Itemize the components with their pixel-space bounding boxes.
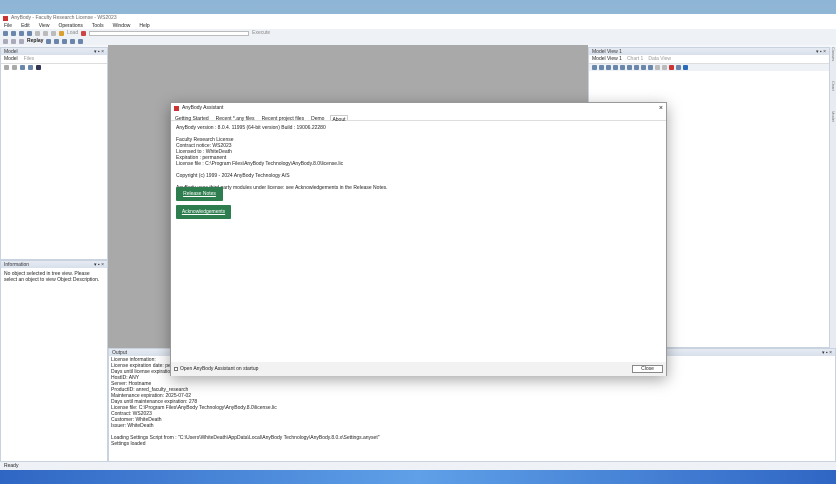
menu-tools[interactable]: Tools [92,23,104,29]
open-icon[interactable] [11,30,16,36]
model-view-title: Model View 1 [592,48,622,55]
copy-icon[interactable] [43,30,48,36]
tree-icon[interactable] [20,65,25,70]
step-icon[interactable] [19,38,24,44]
undo-icon[interactable] [655,65,660,70]
zoom-icon[interactable] [613,65,618,70]
close-button[interactable]: Close [632,365,663,373]
camera-icon[interactable] [683,65,688,70]
save-all-icon[interactable] [27,30,32,36]
panel-controls[interactable]: ▾ ▪ × [94,262,104,268]
panel-controls[interactable]: ▾ ▪ × [822,350,832,356]
tab-chart[interactable]: Chart 1 [627,56,643,62]
view-y-icon[interactable] [634,65,639,70]
side-tab-model[interactable]: Model [830,111,836,122]
dialog-close-icon[interactable]: × [659,105,663,112]
menu-file[interactable]: File [4,23,12,29]
step-icon[interactable] [11,38,16,44]
replay-last-icon[interactable] [78,38,84,44]
pan-icon[interactable] [606,65,611,70]
about-text: AnyBody version : 8.0.4. 11995 (64-bit v… [171,121,666,191]
replay-prev-icon[interactable] [54,38,60,44]
menu-help[interactable]: Help [139,23,149,29]
app-icon [174,105,179,111]
panel-controls[interactable]: ▾ ▪ × [94,49,104,55]
model-panel-title: Model [4,48,18,55]
window-title: AnyBody - Faculty Research License - WS2… [11,15,117,21]
panel-controls[interactable]: ▾ ▪ × [816,49,826,55]
model-panel: Model ▾ ▪ × Model Files [0,47,108,260]
main-toolbar: Load Execute [0,29,836,37]
view-z-icon[interactable] [641,65,646,70]
menu-view[interactable]: View [39,23,50,29]
title-bar: AnyBody - Faculty Research License - WS2… [0,14,836,22]
frame-icon[interactable] [676,65,681,70]
acknowledgements-button[interactable]: Acknowledgements [176,205,231,219]
tab-getting-started[interactable]: Getting Started [174,115,210,122]
cut-icon[interactable] [35,30,40,36]
status-text: Ready [4,463,19,469]
output-line: Settings loaded [111,441,146,447]
information-panel-title: Information [4,261,30,268]
save-icon[interactable] [19,30,24,36]
startup-checkbox[interactable] [174,367,178,371]
replay-play-icon[interactable] [62,38,68,44]
rotate-icon[interactable] [648,65,653,70]
tab-files[interactable]: Files [24,56,35,62]
forward-icon[interactable] [12,65,17,70]
replay-first-icon[interactable] [46,38,52,44]
app-icon [3,15,8,21]
information-panel: Information ▾ ▪ × No object selected in t… [0,260,108,462]
tab-model[interactable]: Model [4,56,18,62]
dialog-footer: Open AnyBody Assistant on startup Close [171,362,666,376]
side-tab-chart[interactable]: Chart [830,81,836,91]
zoom-box-icon[interactable] [620,65,625,70]
tab-recent-any-files[interactable]: Recent *.any files [215,115,256,122]
new-icon[interactable] [3,30,8,36]
assistant-dialog: AnyBody Assistant × Getting Started Rece… [170,102,667,376]
side-strip: Classes Chart Model [830,47,836,348]
output-panel-title: Output [112,349,128,356]
side-tab-classes[interactable]: Classes [830,47,836,61]
step-icon[interactable] [3,38,8,44]
replay-toolbar: Replay [0,37,836,45]
menu-bar: File Edit View Operations Tools Window H… [0,22,836,29]
replay-label: Replay [27,38,44,44]
view-x-icon[interactable] [627,65,632,70]
find-icon[interactable] [59,30,64,36]
back-icon[interactable] [4,65,9,70]
run-icon[interactable] [81,30,87,36]
menu-edit[interactable]: Edit [21,23,30,29]
taskbar [0,470,836,484]
release-notes-button[interactable]: Release Notes [176,187,223,201]
sort-icon[interactable] [28,65,33,70]
menu-operations[interactable]: Operations [58,23,82,29]
tab-about[interactable]: About [330,115,348,123]
startup-checkbox-label: Open AnyBody Assistant on startup [180,366,259,372]
filter-icon[interactable] [36,65,41,70]
operation-select[interactable] [89,30,250,36]
replay-next-icon[interactable] [70,38,76,44]
redo-icon[interactable] [662,65,667,70]
tab-model-view[interactable]: Model View 1 [592,56,622,62]
view-icon[interactable] [599,65,604,70]
status-bar: Ready [0,462,836,470]
select-icon[interactable] [592,65,597,70]
record-icon[interactable] [669,65,674,70]
dialog-tabs: Getting Started Recent *.any files Recen… [171,113,666,123]
information-text: No object selected in tree view. Please … [4,271,100,283]
tab-recent-project-files[interactable]: Recent project files [261,115,306,122]
menu-window[interactable]: Window [113,23,131,29]
paste-icon[interactable] [51,30,56,36]
about-line: AnyBody uses third party modules under l… [176,185,388,191]
dialog-title: AnyBody Assistant [182,105,224,111]
tab-demo[interactable]: Demo [310,115,325,122]
tab-data-view[interactable]: Data View [648,56,671,62]
execute-button[interactable]: Execute [252,30,270,36]
app-window: AnyBody - Faculty Research License - WS2… [0,14,836,470]
load-button[interactable]: Load [67,30,78,36]
